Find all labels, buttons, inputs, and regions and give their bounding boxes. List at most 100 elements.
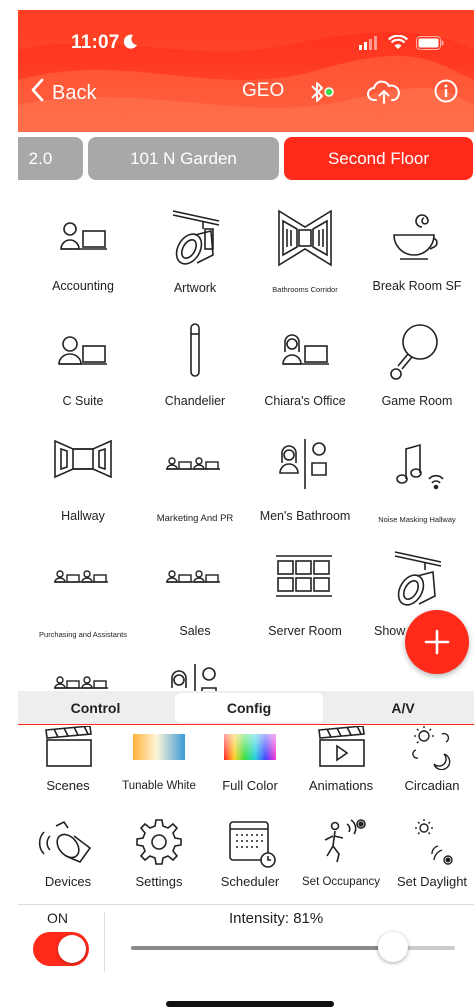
spotlight-icon — [172, 210, 220, 265]
room-chiaras-office[interactable]: Chiara's Office — [248, 320, 362, 430]
room-break-room-sf[interactable]: Break Room SF — [360, 205, 474, 315]
tool-devices[interactable]: Devices — [22, 818, 114, 889]
room-label: C Suite — [62, 394, 104, 408]
status-bar: 11:07 — [18, 32, 474, 54]
room-bathrooms-corridor[interactable]: Bathrooms Corridor — [248, 205, 362, 315]
room-marketing-and-pr[interactable]: Marketing And PR — [138, 435, 252, 545]
location-tab-label: Second Floor — [327, 148, 430, 168]
desk-person-icon — [60, 222, 107, 250]
room-label: Server Room — [268, 624, 342, 638]
header-waves — [18, 10, 474, 132]
tool-set-occupancy[interactable]: Set Occupancy — [295, 818, 387, 888]
room-noise-masking-hallway[interactable]: Noise Masking Hallway — [360, 435, 474, 545]
slider-thumb[interactable] — [378, 932, 408, 962]
location-tab-0[interactable]: 2.0 — [18, 137, 83, 180]
add-button[interactable] — [405, 610, 469, 674]
clapperboard-icon — [45, 726, 92, 767]
room-label: Chandelier — [164, 394, 226, 408]
tool-tunable-white[interactable]: Tunable White — [113, 726, 205, 792]
room-accounting[interactable]: Accounting — [26, 205, 140, 315]
room-mens-bathroom[interactable]: Men's Bathroom — [248, 435, 362, 545]
tab-label: Control — [70, 700, 121, 716]
circadian-icon — [412, 726, 451, 770]
back-button[interactable]: Back — [30, 78, 96, 108]
corridor-icon — [278, 209, 332, 267]
animation-icon — [318, 726, 365, 767]
tool-label: Animations — [308, 778, 374, 793]
location-tab-2[interactable]: Second Floor — [284, 137, 473, 180]
tool-set-daylight[interactable]: Set Daylight — [386, 818, 474, 889]
power-toggle[interactable] — [33, 932, 89, 966]
room-label: Hallway — [61, 509, 105, 523]
room-chandelier[interactable]: Chandelier — [138, 320, 252, 430]
restroom-icon — [171, 664, 217, 692]
room-c-suite[interactable]: C Suite — [26, 320, 140, 430]
vertical-divider — [104, 912, 105, 972]
tab-av[interactable]: A/V — [328, 693, 474, 723]
room-server-room[interactable]: Server Room — [248, 550, 362, 660]
desk-woman-icon — [282, 334, 329, 365]
room-hallway[interactable]: Hallway — [26, 435, 140, 545]
room-purchasing-and-assistants[interactable]: Purchasing and Assistants — [26, 550, 140, 660]
location-tab-label: 101 N Garden — [130, 148, 237, 168]
info-icon[interactable] — [434, 79, 458, 108]
room-game-room[interactable]: Game Room — [360, 320, 474, 430]
tool-label: Devices — [44, 874, 92, 889]
tab-config[interactable]: Config — [175, 693, 323, 723]
tool-label: Scheduler — [220, 874, 280, 889]
location-tabs: 2.0 101 N Garden Second Floor — [18, 137, 474, 180]
geo-button[interactable]: GEO — [242, 80, 284, 102]
restroom-icon — [279, 439, 327, 489]
back-label: Back — [52, 81, 97, 104]
room-label: Sales — [179, 624, 211, 638]
tool-label: Set Occupancy — [302, 876, 380, 888]
calendar-clock-icon — [229, 821, 276, 868]
tool-settings[interactable]: Settings — [113, 818, 205, 889]
location-tab-1[interactable]: 101 N Garden — [88, 137, 279, 180]
tool-full-color[interactable]: Full Color — [204, 726, 296, 793]
room-unnamed-1[interactable] — [26, 660, 140, 692]
tool-circadian[interactable]: Circadian — [386, 726, 474, 793]
tab-label: A/V — [391, 700, 415, 716]
room-grid: Accounting Artwork Bathrooms Corridor Br… — [18, 205, 474, 692]
chevron-left-icon — [30, 78, 44, 108]
tunable-white-icon — [133, 734, 185, 760]
tab-label: Config — [226, 700, 272, 716]
room-artwork[interactable]: Artwork — [138, 205, 252, 315]
daylight-icon — [415, 819, 453, 865]
bluetooth-icon[interactable] — [307, 79, 337, 110]
mode-tabs: Control Config A/V — [18, 691, 474, 725]
room-label: Chiara's Office — [264, 394, 346, 408]
room-sales[interactable]: Sales — [138, 550, 252, 660]
occupancy-icon — [324, 819, 366, 863]
music-note-icon — [396, 443, 444, 490]
room-label: Bathrooms Corridor — [272, 285, 338, 294]
toggle-knob — [58, 935, 86, 963]
room-label: Artwork — [173, 281, 217, 295]
ping-pong-icon — [390, 324, 438, 380]
desk-person-icon — [58, 336, 107, 365]
room-unnamed-2[interactable] — [138, 660, 252, 692]
cellular-signal-icon — [358, 35, 380, 55]
chandelier-icon — [190, 323, 200, 377]
tool-scheduler[interactable]: Scheduler — [204, 818, 296, 889]
tool-animations[interactable]: Animations — [295, 726, 387, 793]
tool-scenes[interactable]: Scenes — [22, 726, 114, 793]
tool-label: Set Daylight — [396, 874, 468, 889]
tab-control[interactable]: Control — [18, 693, 173, 723]
config-tools: Scenes Tunable White Full Color Animatio… — [18, 726, 474, 906]
room-label: Break Room SF — [372, 279, 462, 293]
room-label: Accounting — [52, 279, 114, 293]
room-label: Men's Bathroom — [259, 509, 351, 523]
team-desks-icon — [54, 570, 108, 583]
divider — [18, 904, 474, 905]
intensity-slider[interactable] — [131, 932, 455, 962]
intensity-label: Intensity: 81% — [229, 910, 324, 927]
server-rack-icon — [276, 555, 332, 597]
power-label: ON — [47, 910, 68, 926]
devices-icon — [38, 820, 92, 863]
cloud-upload-icon[interactable] — [367, 78, 401, 111]
room-label: Marketing And PR — [156, 513, 234, 524]
battery-icon — [416, 35, 444, 55]
team-desks-icon — [54, 676, 108, 689]
